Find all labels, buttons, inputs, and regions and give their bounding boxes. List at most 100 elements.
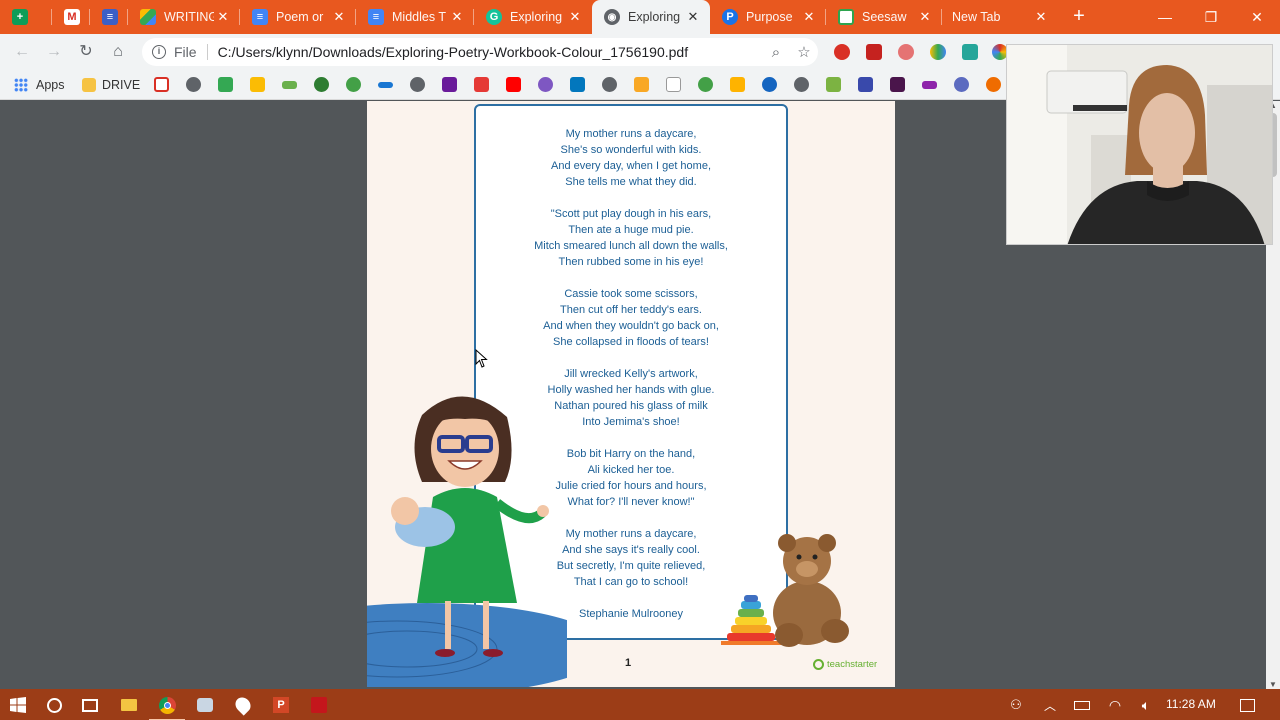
wifi-icon[interactable]: ◠ bbox=[1103, 693, 1127, 717]
bookmark-icon[interactable] bbox=[858, 77, 873, 92]
tab-gmail[interactable]: M bbox=[52, 0, 90, 34]
back-button[interactable]: ← bbox=[10, 40, 34, 64]
close-icon[interactable]: ✕ bbox=[1032, 9, 1050, 25]
address-bar[interactable]: i File C:/Users/klynn/Downloads/Explorin… bbox=[142, 38, 818, 66]
bookmark-icon[interactable] bbox=[698, 77, 713, 92]
bookmark-icon[interactable] bbox=[314, 77, 329, 92]
poem-line: And every day, when I get home, bbox=[551, 160, 711, 172]
stanza-gap bbox=[476, 270, 786, 286]
battery-icon[interactable] bbox=[1070, 693, 1094, 717]
acrobat-icon[interactable] bbox=[307, 693, 331, 717]
address-url[interactable]: C:/Users/klynn/Downloads/Exploring-Poetr… bbox=[218, 44, 762, 60]
gmail-icon[interactable] bbox=[154, 77, 169, 92]
tab-middles[interactable]: ≡ Middles T ✕ bbox=[356, 0, 474, 34]
tab-purpose[interactable]: P Purpose ✕ bbox=[710, 0, 826, 34]
webcam-video bbox=[1007, 45, 1272, 244]
bookmark-icon[interactable] bbox=[634, 77, 649, 92]
notification-icon[interactable] bbox=[1235, 693, 1259, 717]
close-icon[interactable]: ✕ bbox=[566, 9, 584, 25]
bookmark-icon[interactable] bbox=[954, 77, 969, 92]
bookmark-icon[interactable] bbox=[730, 77, 745, 92]
folder-icon bbox=[82, 78, 96, 92]
tab-forms[interactable]: ≡ bbox=[90, 0, 128, 34]
google-forms-icon: ≡ bbox=[102, 9, 118, 25]
bookmark-drive[interactable]: DRIVE bbox=[82, 76, 140, 94]
new-tab-button[interactable]: + bbox=[1068, 5, 1090, 27]
forward-button[interactable]: → bbox=[42, 40, 66, 64]
taskbar-clock[interactable]: 11:28 AM bbox=[1166, 697, 1216, 711]
poem-line: Then rubbed some in his eye! bbox=[558, 256, 704, 268]
tab-writing[interactable]: WRITING ✕ bbox=[128, 0, 240, 34]
powerpoint-icon[interactable]: P bbox=[269, 693, 293, 717]
bookmark-apps[interactable]: Apps bbox=[14, 76, 65, 94]
maps-pin-icon[interactable] bbox=[231, 693, 255, 717]
scroll-down-arrow[interactable]: ▼ bbox=[1266, 680, 1280, 689]
tab-title: Poem or bbox=[276, 10, 324, 24]
extension-icon[interactable] bbox=[962, 44, 978, 60]
tab-title: Exploring bbox=[628, 10, 681, 24]
tab-exploring-1[interactable]: G Exploring ✕ bbox=[474, 0, 592, 34]
youtube-icon[interactable] bbox=[506, 77, 521, 92]
bookmark-icon[interactable] bbox=[538, 77, 553, 92]
close-icon[interactable]: ✕ bbox=[330, 9, 348, 25]
tab-new-tab[interactable]: New Tab ✕ bbox=[942, 0, 1058, 34]
chevron-up-icon[interactable]: ︿ bbox=[1038, 693, 1062, 717]
apps-grid-icon bbox=[14, 78, 28, 92]
bookmark-icon[interactable] bbox=[986, 77, 1001, 92]
tab-title: Seesaw bbox=[862, 10, 907, 24]
extension-icon[interactable] bbox=[866, 44, 882, 60]
globe-icon[interactable] bbox=[410, 77, 425, 92]
bookmark-icon[interactable] bbox=[666, 77, 681, 92]
bookmark-icon[interactable] bbox=[282, 81, 297, 89]
task-view-icon[interactable] bbox=[78, 693, 102, 717]
bookmark-icon[interactable] bbox=[378, 82, 393, 88]
app-icon[interactable] bbox=[193, 693, 217, 717]
chrome-icon[interactable] bbox=[149, 693, 185, 720]
close-icon[interactable]: ✕ bbox=[916, 9, 934, 25]
tab-exploring-active[interactable]: ◉ Exploring ✕ bbox=[592, 0, 710, 34]
bookmark-icon[interactable] bbox=[474, 77, 489, 92]
globe-icon[interactable] bbox=[602, 77, 617, 92]
info-icon[interactable]: i bbox=[152, 45, 166, 59]
slack-icon[interactable] bbox=[890, 77, 905, 92]
bookmark-icon[interactable] bbox=[570, 77, 585, 92]
tab-seesaw[interactable]: Seesaw ✕ bbox=[826, 0, 942, 34]
people-icon[interactable]: ⚇ bbox=[1004, 693, 1028, 717]
close-window-button[interactable]: ✕ bbox=[1234, 0, 1280, 34]
tab-title: Exploring bbox=[510, 10, 563, 24]
zoom-icon[interactable]: ⌕ bbox=[762, 44, 790, 61]
volume-icon[interactable]: 🔈︎ bbox=[1134, 693, 1158, 717]
bookmark-icon[interactable] bbox=[442, 77, 457, 92]
close-icon[interactable]: ✕ bbox=[684, 9, 702, 25]
globe-icon[interactable] bbox=[794, 77, 809, 92]
tab-sheets[interactable]: + bbox=[0, 0, 52, 34]
stanza-gap bbox=[476, 350, 786, 366]
tab-poem[interactable]: ≡ Poem or ✕ bbox=[240, 0, 356, 34]
bookmark-icon[interactable] bbox=[762, 77, 777, 92]
minimize-button[interactable]: — bbox=[1142, 0, 1188, 34]
windows-start-icon[interactable] bbox=[6, 693, 30, 717]
seesaw-icon bbox=[838, 9, 854, 25]
close-icon[interactable]: ✕ bbox=[800, 9, 818, 25]
bookmark-icon[interactable] bbox=[826, 77, 841, 92]
keep-icon[interactable] bbox=[250, 77, 265, 92]
close-icon[interactable]: ✕ bbox=[214, 9, 232, 25]
search-icon[interactable] bbox=[42, 693, 66, 717]
extension-icon[interactable] bbox=[898, 44, 914, 60]
extension-icon[interactable] bbox=[930, 44, 946, 60]
reload-button[interactable]: ↻ bbox=[74, 40, 98, 64]
adblock-icon[interactable] bbox=[834, 44, 850, 60]
home-button[interactable]: ⌂ bbox=[106, 40, 130, 64]
globe-icon[interactable] bbox=[186, 77, 201, 92]
tab-strip: + M ≡ WRITING ✕ ≡ Poem or ✕ ≡ Middles T … bbox=[0, 0, 1280, 34]
poem-line: Then ate a huge mud pie. bbox=[568, 224, 694, 236]
gmail-icon: M bbox=[64, 9, 80, 25]
file-explorer-icon[interactable] bbox=[117, 693, 141, 717]
classroom-icon[interactable] bbox=[218, 77, 233, 92]
tab-title: New Tab bbox=[952, 10, 1001, 24]
close-icon[interactable]: ✕ bbox=[448, 9, 466, 25]
restore-button[interactable]: ❐ bbox=[1188, 0, 1234, 34]
star-icon[interactable]: ☆ bbox=[790, 43, 818, 61]
bookmark-icon[interactable] bbox=[346, 77, 361, 92]
bookmark-icon[interactable] bbox=[922, 81, 937, 89]
